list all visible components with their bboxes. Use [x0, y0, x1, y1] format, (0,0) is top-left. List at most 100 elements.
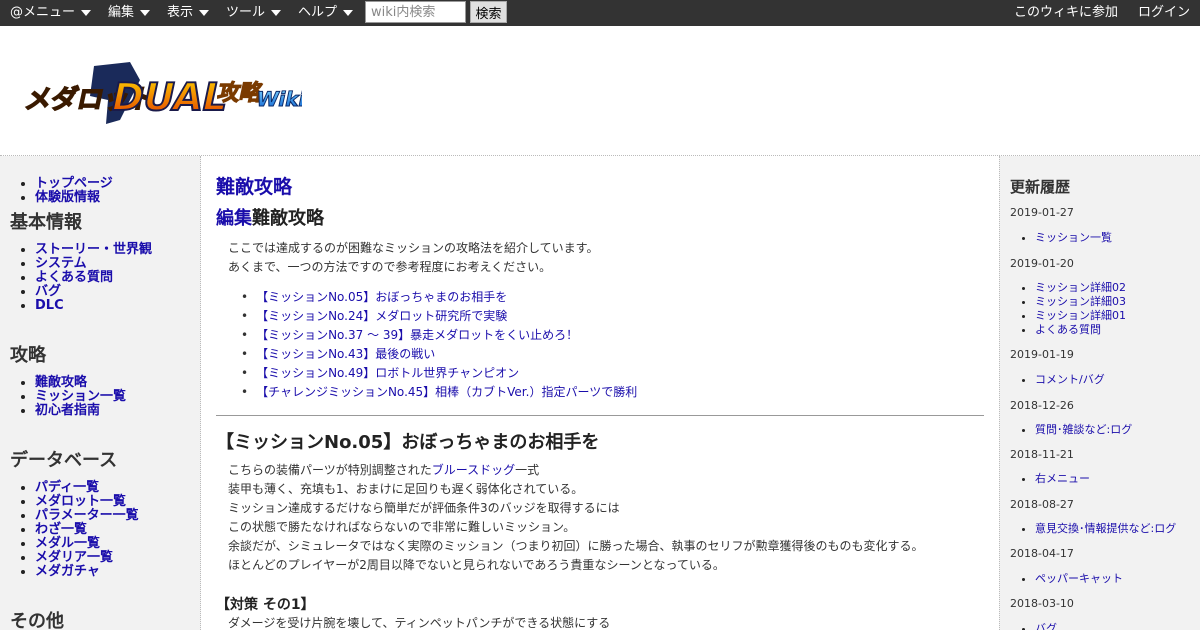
- sidebar-link[interactable]: メダリア一覧: [35, 550, 113, 565]
- chevron-down-icon: [271, 9, 282, 16]
- menu-main[interactable]: @メニュー: [10, 0, 92, 26]
- update-link[interactable]: コメント/バグ: [1035, 373, 1105, 386]
- update-item[interactable]: バグ: [1035, 622, 1057, 630]
- toc-link[interactable]: 【ミッションNo.43】最後の戦い: [256, 347, 435, 361]
- sidebar-item-bug[interactable]: バグ: [35, 285, 152, 299]
- edit-heading-text: 難敵攻略: [252, 208, 324, 229]
- sidebar-link[interactable]: メダロット一覧: [35, 494, 126, 509]
- menu-edit[interactable]: 編集: [108, 0, 151, 26]
- section-line: 装甲も薄く、充填も1、おまけに足回りも遅く弱体化されている。: [228, 482, 584, 496]
- update-date: 2018-12-26: [1010, 399, 1074, 412]
- update-item[interactable]: 意見交換･情報提供など:ログ: [1035, 522, 1176, 536]
- sidebar-link[interactable]: バグ: [35, 284, 61, 299]
- site-logo[interactable]: メダロット DUAL 攻略 Wiki: [20, 60, 302, 126]
- sidebar-section-basic: ストーリー・世界観 システム よくある質問 バグ DLC: [0, 243, 152, 313]
- sidebar-section-basic-title: 基本情報: [10, 212, 82, 233]
- update-item[interactable]: 質問･雑談など:ログ: [1035, 423, 1132, 437]
- sidebar-item-beginner[interactable]: 初心者指南: [35, 404, 126, 418]
- update-link[interactable]: ペッパーキャット: [1035, 572, 1123, 585]
- sidebar-item-trial-info[interactable]: 体験版情報: [35, 191, 113, 205]
- update-item[interactable]: ミッション一覧: [1035, 231, 1112, 245]
- sidebar-item-story[interactable]: ストーリー・世界観: [35, 243, 152, 257]
- update-item[interactable]: コメント/バグ: [1035, 373, 1105, 387]
- svg-text:Wiki: Wiki: [254, 87, 302, 111]
- update-link[interactable]: ミッション一覧: [1035, 231, 1112, 244]
- sidebar-link[interactable]: DLC: [35, 298, 64, 313]
- update-item[interactable]: ミッション詳細01: [1035, 309, 1126, 323]
- update-date: 2018-03-10: [1010, 597, 1074, 610]
- menu-view[interactable]: 表示: [167, 0, 210, 26]
- update-link[interactable]: 質問･雑談など:ログ: [1035, 423, 1132, 436]
- update-link[interactable]: 右メニュー: [1035, 472, 1090, 485]
- update-list: バグ: [1000, 622, 1057, 630]
- update-link[interactable]: ミッション詳細02: [1035, 281, 1126, 294]
- toc-link[interactable]: 【チャレンジミッションNo.45】相棒（カブトVer.）指定パーツで勝利: [256, 385, 637, 399]
- sidebar-link[interactable]: メダガチャ: [35, 564, 100, 579]
- menu-view-label: 表示: [167, 5, 194, 20]
- section-text: こちらの装備パーツが特別調整された: [228, 463, 432, 477]
- sidebar-item-skills[interactable]: わざ一覧: [35, 523, 139, 537]
- menu-tools[interactable]: ツール: [226, 0, 282, 26]
- sidebar-link[interactable]: システム: [35, 256, 87, 271]
- edit-link[interactable]: 編集: [216, 208, 252, 229]
- sidebar-item-buddy[interactable]: パディ一覧: [35, 481, 139, 495]
- sidebar-link[interactable]: パラメーター一覧: [35, 508, 139, 523]
- page-title-link[interactable]: 難敵攻略: [216, 176, 292, 198]
- sidebar-item-missions[interactable]: ミッション一覧: [35, 390, 126, 404]
- join-wiki-link[interactable]: このウィキに参加: [1014, 0, 1118, 26]
- toc-item[interactable]: 【ミッションNo.24】メダロット研究所で実験: [241, 307, 637, 326]
- sidebar-link[interactable]: わざ一覧: [35, 522, 87, 537]
- sidebar-link[interactable]: 初心者指南: [35, 403, 100, 418]
- search-button[interactable]: 検索: [470, 1, 507, 23]
- update-item[interactable]: 右メニュー: [1035, 472, 1090, 486]
- toc-link[interactable]: 【ミッションNo.37 〜 39】暴走メダロットをくい止めろ！: [256, 328, 578, 342]
- sidebar-item-hard-enemies[interactable]: 難敵攻略: [35, 376, 126, 390]
- sidebar-link[interactable]: トップページ: [35, 176, 113, 191]
- page-title[interactable]: 難敵攻略: [216, 172, 292, 199]
- toc-item[interactable]: 【ミッションNo.49】ロボトル世界チャンピオン: [241, 364, 637, 383]
- toc-item[interactable]: 【ミッションNo.05】おぼっちゃまのお相手を: [241, 288, 637, 307]
- sidebar-link[interactable]: 難敵攻略: [35, 375, 87, 390]
- update-link[interactable]: よくある質問: [1035, 323, 1101, 336]
- toc-link[interactable]: 【ミッションNo.49】ロボトル世界チャンピオン: [256, 366, 519, 380]
- section-heading: 【ミッションNo.05】おぼっちゃまのお相手を: [216, 432, 600, 453]
- sidebar-link[interactable]: メダル一覧: [35, 536, 100, 551]
- sidebar-item-medals[interactable]: メダル一覧: [35, 537, 139, 551]
- update-link[interactable]: 意見交換･情報提供など:ログ: [1035, 522, 1176, 535]
- chevron-down-icon: [199, 9, 210, 16]
- sidebar-item-parameters[interactable]: パラメーター一覧: [35, 509, 139, 523]
- sidebar-item-medarot[interactable]: メダロット一覧: [35, 495, 139, 509]
- menu-help[interactable]: ヘルプ: [298, 0, 354, 26]
- toc-item[interactable]: 【ミッションNo.37 〜 39】暴走メダロットをくい止めろ！: [241, 326, 637, 345]
- sidebar-item-top-page[interactable]: トップページ: [35, 177, 113, 191]
- sidebar-item-system[interactable]: システム: [35, 257, 152, 271]
- update-item[interactable]: ペッパーキャット: [1035, 572, 1123, 586]
- update-link[interactable]: ミッション詳細01: [1035, 309, 1126, 322]
- sidebar-section-database: パディ一覧 メダロット一覧 パラメーター一覧 わざ一覧 メダル一覧 メダリア一覧…: [0, 481, 139, 579]
- login-link[interactable]: ログイン: [1138, 0, 1190, 26]
- right-sidebar: 更新履歴 2019-01-27 ミッション一覧 2019-01-20 ミッション…: [999, 156, 1200, 630]
- toc-item[interactable]: 【ミッションNo.43】最後の戦い: [241, 345, 637, 364]
- update-item[interactable]: ミッション詳細02: [1035, 281, 1126, 295]
- svg-text:DUAL: DUAL: [107, 75, 231, 120]
- sidebar-link[interactable]: パディ一覧: [35, 480, 99, 495]
- sidebar-item-dlc[interactable]: DLC: [35, 299, 152, 313]
- sidebar-link[interactable]: ストーリー・世界観: [35, 242, 152, 257]
- sidebar-top-links: トップページ 体験版情報: [0, 177, 113, 205]
- update-link[interactable]: ミッション詳細03: [1035, 295, 1126, 308]
- sidebar-item-faq[interactable]: よくある質問: [35, 271, 152, 285]
- search-input[interactable]: [365, 1, 466, 23]
- toc-link[interactable]: 【ミッションNo.05】おぼっちゃまのお相手を: [256, 290, 507, 304]
- sidebar-link[interactable]: よくある質問: [35, 270, 113, 285]
- sidebar-item-medalia[interactable]: メダリア一覧: [35, 551, 139, 565]
- section-line: この状態で勝たなければならないので非常に難しいミッション。: [228, 520, 576, 534]
- sidebar-link[interactable]: 体験版情報: [35, 190, 100, 205]
- update-item[interactable]: ミッション詳細03: [1035, 295, 1126, 309]
- sidebar-item-medagacha[interactable]: メダガチャ: [35, 565, 139, 579]
- update-link[interactable]: バグ: [1035, 622, 1057, 630]
- update-item[interactable]: よくある質問: [1035, 323, 1126, 337]
- toc-item[interactable]: 【チャレンジミッションNo.45】相棒（カブトVer.）指定パーツで勝利: [241, 383, 637, 402]
- blues-dog-link[interactable]: ブルースドッグ: [432, 463, 515, 477]
- toc-link[interactable]: 【ミッションNo.24】メダロット研究所で実験: [256, 309, 507, 323]
- sidebar-link[interactable]: ミッション一覧: [35, 389, 126, 404]
